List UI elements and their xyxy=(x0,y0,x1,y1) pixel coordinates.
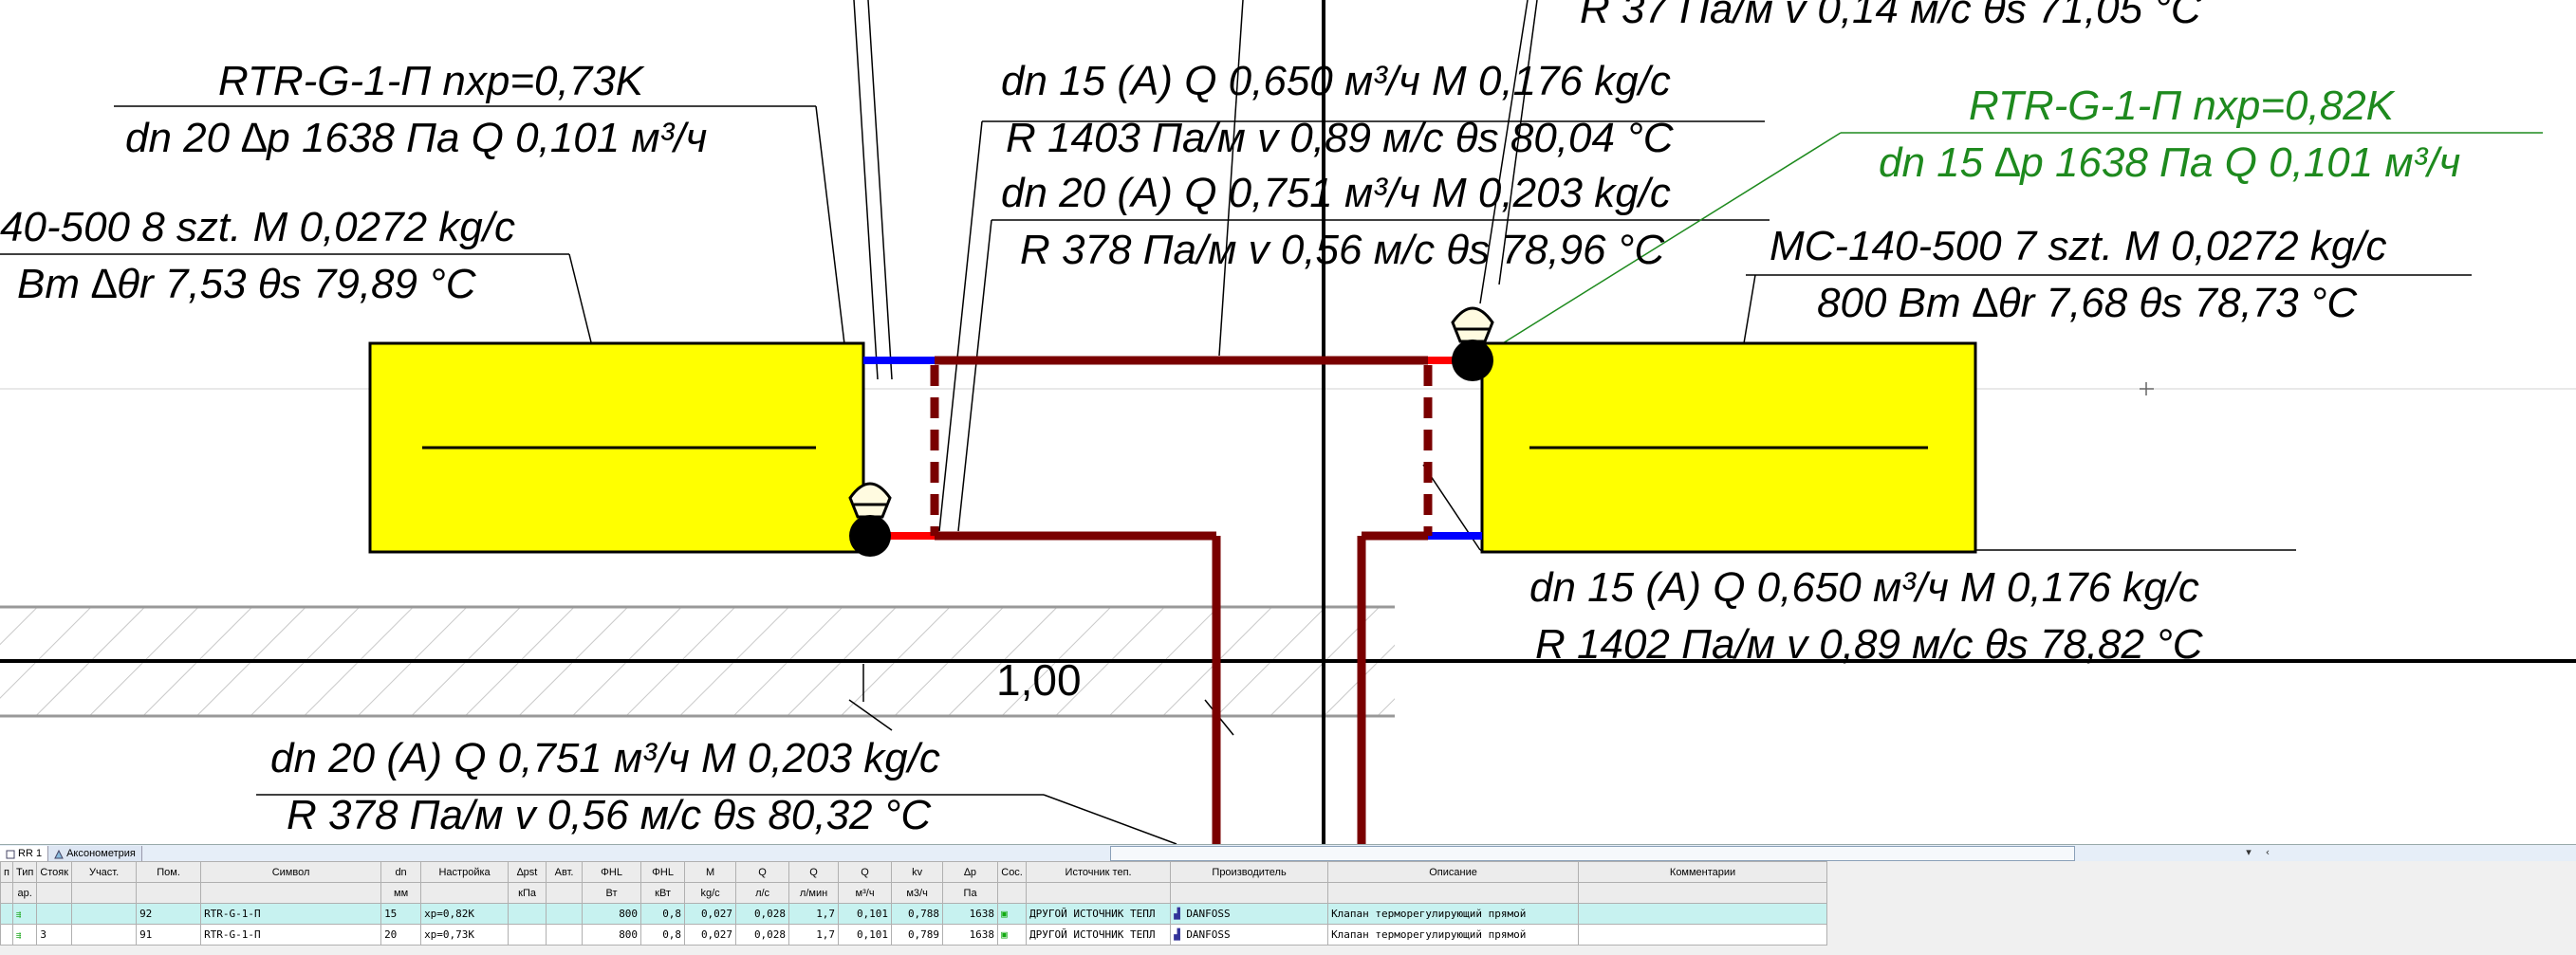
manufacturer-icon: ▟ xyxy=(1174,908,1180,920)
sheet-icon xyxy=(6,849,15,859)
axonometry-icon xyxy=(54,849,64,859)
manufacturer-icon: ▟ xyxy=(1174,928,1180,941)
producer-cell[interactable]: ▟ DANFOSS xyxy=(1170,903,1329,925)
annotation-right-pipe-line1: dn 15 (A) Q 0,650 м³/ч M 0,176 kg/c xyxy=(1529,564,2199,611)
annotation-bottom-pipe-line2: R 378 Па/м v 0,56 м/с θs 80,32 °C xyxy=(287,792,932,838)
col-unit xyxy=(546,882,584,904)
col-unit xyxy=(136,882,202,904)
col-header[interactable]: ∆p xyxy=(942,861,999,883)
col-unit: kg/c xyxy=(684,882,737,904)
col-unit xyxy=(1578,882,1828,904)
row-type-icon[interactable]: ⇶ xyxy=(11,924,38,946)
col-unit xyxy=(71,882,138,904)
col-unit: кПа xyxy=(508,882,547,904)
col-header[interactable]: ΦHL xyxy=(640,861,686,883)
annotation-right-valve-line1: RTR-G-1-П nxp=0,82K xyxy=(1969,83,2395,129)
tab-label: Аксонометрия xyxy=(66,848,136,859)
col-header[interactable]: Производитель xyxy=(1170,861,1329,883)
annotation-pipe-a-line2: R 1403 Па/м v 0,89 м/с θs 80,04 °C xyxy=(1006,115,1674,161)
col-header[interactable]: Участ. xyxy=(71,861,138,883)
annotation-pipe-b-line1: dn 20 (A) Q 0,751 м³/ч M 0,203 kg/c xyxy=(1001,170,1671,216)
tab-axonometry[interactable]: Аксонометрия xyxy=(48,846,142,861)
col-unit xyxy=(1327,882,1580,904)
col-unit: л/мин xyxy=(788,882,840,904)
col-unit: ар. xyxy=(11,882,38,904)
col-unit: Вт xyxy=(582,882,642,904)
annotation-left-valve-line1: RTR-G-1-П nxp=0,73K xyxy=(218,58,644,104)
col-header[interactable]: Тип xyxy=(11,861,38,883)
table-header-row: п Тип Стояк Участ. Пом. Символ dn Настро… xyxy=(0,861,1828,883)
col-header[interactable]: Настройка xyxy=(420,861,510,883)
col-unit xyxy=(1026,882,1172,904)
col-header[interactable]: M xyxy=(684,861,737,883)
tab-label: RR 1 xyxy=(18,848,43,859)
col-header[interactable]: Стояк xyxy=(36,861,73,883)
col-header[interactable]: Q xyxy=(735,861,790,883)
col-header[interactable]: Описание xyxy=(1327,861,1580,883)
status-icon: ▣ xyxy=(997,903,1028,925)
horizontal-scrollbar[interactable] xyxy=(1110,846,2075,861)
col-unit xyxy=(36,882,73,904)
row-type-icon[interactable]: ⇶ xyxy=(11,903,38,925)
element-table: п Тип Стояк Участ. Пом. Символ dn Настро… xyxy=(0,861,2576,955)
col-header[interactable]: Авт. xyxy=(546,861,584,883)
table-units-row: ар. мм кПа Вт кВт kg/c л/с л/мин м³/ч м3… xyxy=(0,882,1828,904)
col-header[interactable]: Сос. xyxy=(997,861,1028,883)
col-unit xyxy=(997,882,1028,904)
col-header[interactable]: Q xyxy=(788,861,840,883)
col-header[interactable]: dn xyxy=(380,861,422,883)
annotation-top-cut: R 37 Па/м v 0,14 м/с θs 71,05 °C xyxy=(1580,0,2201,32)
status-icon: ▣ xyxy=(997,924,1028,946)
annotation-pipe-a-line1: dn 15 (A) Q 0,650 м³/ч M 0,176 kg/c xyxy=(1001,58,1671,104)
annotation-left-radiator-line2: Вт ∆θr 7,53 θs 79,89 °C xyxy=(17,261,476,307)
col-unit: м3/ч xyxy=(891,882,944,904)
col-unit: мм xyxy=(380,882,422,904)
annotation-right-pipe-line2: R 1402 Па/м v 0,89 м/с θs 78,82 °C xyxy=(1535,621,2203,668)
col-header[interactable]: Пом. xyxy=(136,861,202,883)
table-row[interactable]: ⇶ 3 91 RTR-G-1-П 20 xp=0,73K 800 0,8 0,0… xyxy=(0,924,1828,946)
scroll-down-icon[interactable]: ▾ xyxy=(2241,846,2256,859)
drawing-canvas[interactable]: R 37 Па/м v 0,14 м/с θs 71,05 °C RTR-G-1… xyxy=(0,0,2576,844)
table-row[interactable]: ⇶ 92 RTR-G-1-П 15 xp=0,82K 800 0,8 0,027… xyxy=(0,903,1828,925)
annotation-left-radiator-line1: 40-500 8 szt. M 0,0272 kg/c xyxy=(0,204,515,250)
col-unit xyxy=(200,882,382,904)
annotation-left-valve-line2: dn 20 ∆p 1638 Па Q 0,101 м³/ч xyxy=(125,115,708,161)
col-header[interactable]: Символ xyxy=(200,861,382,883)
col-unit xyxy=(1170,882,1329,904)
col-header[interactable]: Источник теп. xyxy=(1026,861,1172,883)
data-grid: п Тип Стояк Участ. Пом. Символ dn Настро… xyxy=(0,861,1828,946)
level-label: 1,00 xyxy=(996,655,1082,705)
scroll-left-icon[interactable]: ‹ xyxy=(2260,846,2275,859)
col-header[interactable]: п xyxy=(0,861,13,883)
producer-cell[interactable]: ▟ DANFOSS xyxy=(1170,924,1329,946)
annotation-pipe-b-line2: R 378 Па/м v 0,56 м/с θs 78,96 °C xyxy=(1020,227,1665,273)
col-header[interactable]: Q xyxy=(838,861,893,883)
col-unit xyxy=(0,882,13,904)
col-unit: л/с xyxy=(735,882,790,904)
col-header[interactable]: Комментарии xyxy=(1578,861,1828,883)
col-header[interactable]: ΦHL xyxy=(582,861,642,883)
col-unit: м³/ч xyxy=(838,882,893,904)
annotation-right-valve-line2: dn 15 ∆p 1638 Па Q 0,101 м³/ч xyxy=(1879,139,2461,186)
annotation-bottom-pipe-line1: dn 20 (A) Q 0,751 м³/ч M 0,203 kg/c xyxy=(270,735,940,781)
tab-rr1[interactable]: RR 1 xyxy=(0,846,49,861)
col-unit: кВт xyxy=(640,882,686,904)
annotation-right-radiator-line2: 800 Вт ∆θr 7,68 θs 78,73 °C xyxy=(1817,280,2358,326)
col-unit xyxy=(420,882,510,904)
annotation-right-radiator-line1: MC-140-500 7 szt. M 0,0272 kg/c xyxy=(1770,223,2387,269)
col-header[interactable]: ∆pst xyxy=(508,861,547,883)
col-header[interactable]: kv xyxy=(891,861,944,883)
col-unit: Па xyxy=(942,882,999,904)
